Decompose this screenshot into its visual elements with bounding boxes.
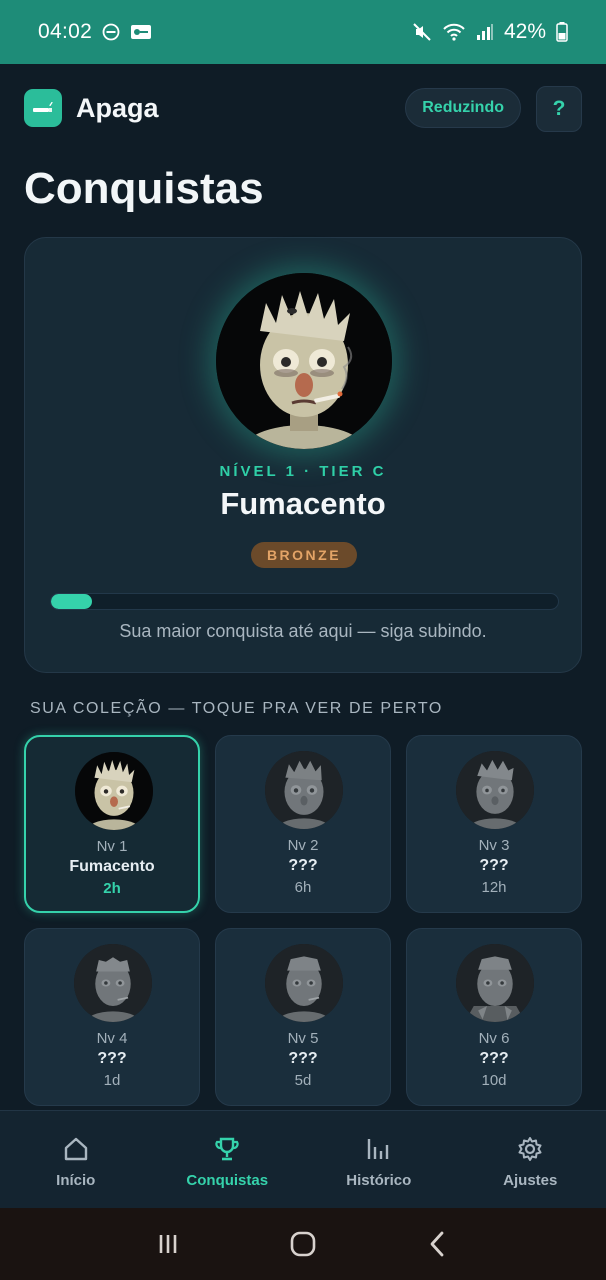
card-name: ??? xyxy=(97,1050,127,1067)
key-icon xyxy=(131,25,152,39)
collection-card[interactable]: Nv 3 ??? 12h xyxy=(406,735,582,913)
card-time: 6h xyxy=(294,879,312,896)
recent-apps-icon[interactable] xyxy=(153,1229,183,1259)
card-portrait xyxy=(265,751,343,829)
card-name: ??? xyxy=(288,1050,318,1067)
hero-name: Fumacento xyxy=(220,486,386,521)
card-time: 5d xyxy=(294,1072,312,1089)
smoker-character-image xyxy=(216,273,392,449)
home-button-icon[interactable] xyxy=(288,1229,318,1259)
help-button[interactable]: ? xyxy=(536,86,582,132)
progress-fill xyxy=(51,594,92,609)
collection-card[interactable]: Nv 1 Fumacento 2h xyxy=(24,735,200,913)
card-portrait xyxy=(75,752,153,830)
tier-badge: BRONZE xyxy=(251,542,357,568)
card-time: 2h xyxy=(103,880,121,897)
card-time: 10d xyxy=(481,1072,507,1089)
card-level: Nv 3 xyxy=(478,837,510,854)
app-screen: Apaga Reduzindo ? Conquistas NÍVEL 1 · T… xyxy=(0,64,606,1110)
card-time: 1d xyxy=(103,1072,121,1089)
page-title: Conquistas xyxy=(24,164,264,213)
bar-chart-icon xyxy=(367,1139,388,1159)
card-level: Nv 6 xyxy=(478,1030,510,1047)
nav-item-ajustes[interactable]: Ajustes xyxy=(455,1111,606,1208)
nav-label: Histórico xyxy=(346,1172,412,1189)
status-bar: 04:02 42% xyxy=(0,0,606,64)
card-time: 12h xyxy=(481,879,507,896)
dnd-icon xyxy=(102,23,120,41)
nav-label: Conquistas xyxy=(186,1172,269,1189)
card-name: ??? xyxy=(479,1050,509,1067)
nav-item-inicio[interactable]: Início xyxy=(0,1111,152,1208)
card-name: ??? xyxy=(288,857,318,874)
current-achievement-card[interactable]: NÍVEL 1 · TIER C Fumacento BRONZE Sua ma… xyxy=(24,237,582,673)
mode-pill-button[interactable]: Reduzindo xyxy=(405,88,521,128)
locked-character-thumbnail xyxy=(74,944,152,1022)
mute-icon xyxy=(413,23,431,41)
collection-card[interactable]: Nv 6 ??? 10d xyxy=(406,928,582,1106)
battery-percent: 42% xyxy=(503,20,546,43)
card-level: Nv 2 xyxy=(287,837,319,854)
card-name: ??? xyxy=(479,857,509,874)
nav-item-historico[interactable]: Histórico xyxy=(303,1111,455,1208)
gear-icon xyxy=(518,1137,542,1161)
card-level: Nv 4 xyxy=(96,1030,128,1047)
locked-character-thumbnail xyxy=(265,751,343,829)
card-portrait xyxy=(265,944,343,1022)
locked-character-thumbnail xyxy=(456,751,534,829)
status-right: 42% xyxy=(412,20,568,44)
trophy-icon xyxy=(215,1137,239,1161)
back-icon[interactable] xyxy=(423,1229,453,1259)
hero-level-label: NÍVEL 1 · TIER C xyxy=(219,463,387,480)
collection-card[interactable]: Nv 2 ??? 6h xyxy=(215,735,391,913)
collection-card[interactable]: Nv 5 ??? 5d xyxy=(215,928,391,1106)
status-left: 04:02 xyxy=(38,20,152,44)
locked-character-thumbnail xyxy=(265,944,343,1022)
progress-bar xyxy=(50,593,559,610)
card-level: Nv 1 xyxy=(96,838,128,855)
home-icon xyxy=(64,1137,87,1161)
app-logo xyxy=(24,89,62,127)
card-level: Nv 5 xyxy=(287,1030,319,1047)
nav-item-conquistas[interactable]: Conquistas xyxy=(152,1111,304,1208)
status-time: 04:02 xyxy=(38,20,93,43)
collection-section-label: SUA COLEÇÃO — TOQUE PRA VER DE PERTO xyxy=(30,700,443,717)
cigarette-icon xyxy=(33,101,53,112)
hero-caption: Sua maior conquista até aqui — siga subi… xyxy=(119,621,487,641)
bottom-nav: Início Conquistas Histórico Ajustes xyxy=(0,1110,606,1208)
character-thumbnail xyxy=(75,752,153,830)
card-portrait xyxy=(456,751,534,829)
system-nav-bar xyxy=(0,1208,606,1280)
app-name: Apaga xyxy=(76,92,159,123)
collection-card[interactable]: Nv 4 ??? 1d xyxy=(24,928,200,1106)
locked-character-thumbnail xyxy=(456,944,534,1022)
card-name: Fumacento xyxy=(69,858,155,875)
battery-icon xyxy=(556,22,568,42)
card-portrait xyxy=(456,944,534,1022)
header: Apaga Reduzindo ? xyxy=(24,86,582,132)
wifi-icon xyxy=(443,23,465,41)
nav-label: Início xyxy=(56,1172,96,1189)
nav-label: Ajustes xyxy=(503,1172,558,1189)
card-portrait xyxy=(74,944,152,1022)
signal-icon xyxy=(476,24,493,40)
character-portrait xyxy=(216,273,392,449)
